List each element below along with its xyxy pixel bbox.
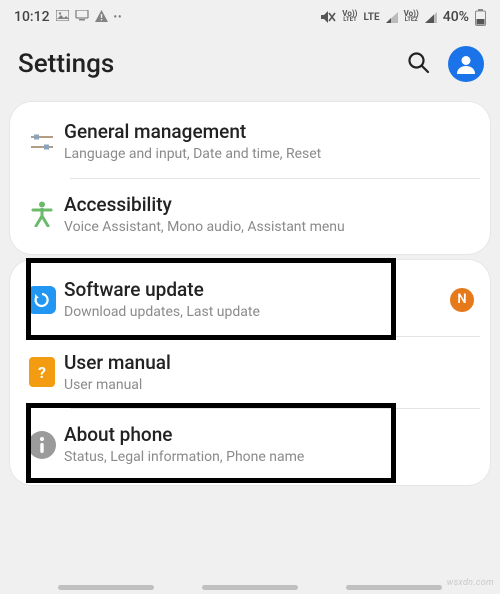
watermark: wsxdn.com	[447, 578, 494, 588]
row-subtitle: Status, Legal information, Phone name	[64, 449, 470, 467]
status-left: 10:12 ••	[14, 9, 123, 25]
account-avatar[interactable]	[448, 46, 484, 82]
sim1-volte-label: Vo)) LTE1	[342, 11, 357, 23]
row-subtitle: Language and input, Date and time, Reset	[64, 146, 470, 164]
sliders-icon	[20, 132, 64, 152]
row-software-update[interactable]: Software update Download updates, Last u…	[16, 264, 480, 336]
settings-group-1: General management Language and input, D…	[10, 102, 490, 254]
status-bar: 10:12 •• Vo)) LTE1 LTE Vo)) LTE2 40%	[0, 0, 500, 28]
row-subtitle: Voice Assistant, Mono audio, Assistant m…	[64, 219, 470, 237]
manual-icon: ?	[20, 357, 64, 387]
row-accessibility[interactable]: Accessibility Voice Assistant, Mono audi…	[16, 179, 480, 251]
row-title: User manual	[64, 351, 470, 374]
signal2-icon	[425, 12, 437, 23]
status-right: Vo)) LTE1 LTE Vo)) LTE2 40%	[320, 9, 486, 26]
page-title: Settings	[18, 49, 114, 79]
accessibility-icon	[20, 201, 64, 227]
cast-icon	[75, 10, 89, 24]
sim2-volte-label: Vo)) LTE2	[404, 11, 419, 23]
image-icon	[56, 10, 69, 24]
row-title: General management	[64, 120, 470, 143]
search-icon[interactable]	[406, 50, 430, 78]
nav-indicator	[0, 585, 500, 590]
notification-badge: N	[450, 288, 474, 312]
mute-icon	[320, 10, 336, 24]
row-title: Software update	[64, 278, 470, 301]
settings-group-2: Software update Download updates, Last u…	[10, 260, 490, 485]
settings-header: Settings	[0, 28, 500, 96]
row-user-manual[interactable]: ? User manual User manual	[16, 337, 480, 409]
lte-label: LTE	[363, 12, 379, 23]
row-general-management[interactable]: General management Language and input, D…	[16, 106, 480, 178]
signal1-icon	[386, 12, 398, 23]
row-subtitle: Download updates, Last update	[64, 304, 470, 322]
more-indicator: ••	[114, 12, 123, 23]
warning-icon	[95, 10, 108, 25]
row-title: About phone	[64, 423, 470, 446]
battery-icon	[475, 9, 486, 26]
status-time: 10:12	[14, 9, 50, 25]
info-icon	[20, 431, 64, 459]
row-title: Accessibility	[64, 193, 470, 216]
row-subtitle: User manual	[64, 377, 470, 395]
row-about-phone[interactable]: About phone Status, Legal information, P…	[16, 409, 480, 481]
refresh-icon	[20, 286, 64, 314]
battery-percent: 40%	[443, 9, 469, 25]
